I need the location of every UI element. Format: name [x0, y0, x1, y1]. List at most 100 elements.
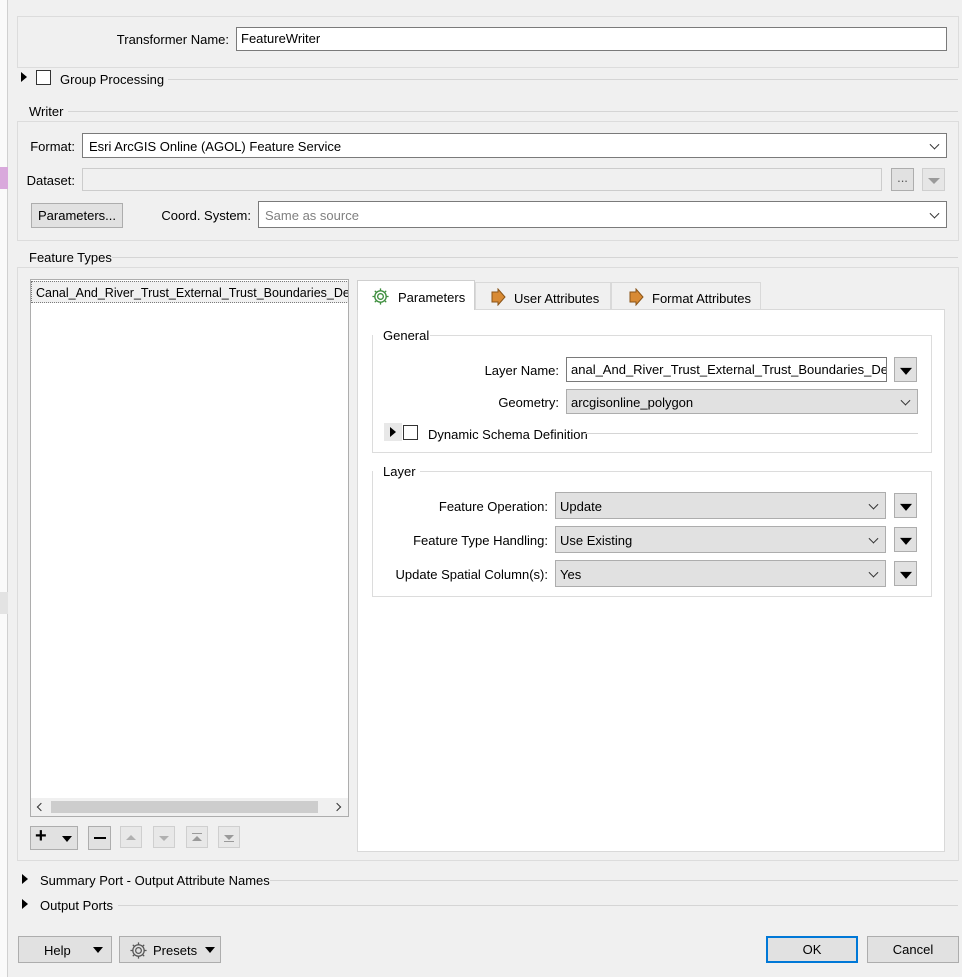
feature-operation-label: Feature Operation:	[438, 499, 548, 514]
geometry-label: Geometry:	[498, 395, 559, 410]
geometry-select[interactable]: arcgisonline_polygon	[566, 389, 918, 414]
move-top-arrow	[192, 836, 202, 841]
dataset-input[interactable]	[82, 168, 882, 191]
dropdown-triangle-icon	[62, 836, 72, 842]
parameters-button-label: Parameters...	[37, 208, 117, 223]
dynamic-schema-expand[interactable]	[384, 423, 402, 441]
menu-triangle-icon	[899, 503, 912, 511]
ok-button[interactable]: OK	[766, 936, 858, 963]
format-value: Esri ArcGIS Online (AGOL) Feature Servic…	[89, 139, 342, 154]
move-bottom-arrow	[224, 835, 234, 840]
layer-name-label: Layer Name:	[484, 363, 559, 378]
remove-feature-type-button[interactable]	[88, 826, 111, 850]
format-label: Format:	[30, 139, 75, 154]
tab-format-attributes-label: Format Attributes	[652, 291, 751, 306]
plus-icon: +	[35, 825, 47, 847]
group-processing-divider	[168, 79, 958, 80]
output-ports-divider	[118, 905, 958, 906]
cancel-button[interactable]: Cancel	[867, 936, 959, 963]
tab-user-attributes[interactable]: User Attributes	[475, 282, 611, 310]
dynamic-schema-expand-icon	[390, 427, 396, 437]
update-spatial-menu-button[interactable]	[894, 561, 917, 586]
parameters-tab-pane: General Layer Name: anal_And_River_Trust…	[357, 309, 945, 852]
dynamic-schema-label: Dynamic Schema Definition	[428, 427, 588, 442]
dialog: Transformer Name: FeatureWriter Group Pr…	[8, 4, 962, 977]
summary-port-divider	[270, 880, 958, 881]
output-ports-label: Output Ports	[40, 898, 113, 913]
arrow-right-icon	[629, 288, 644, 306]
feature-operation-select[interactable]: Update	[555, 492, 886, 519]
background-window-scrollbar	[0, 592, 8, 614]
tab-parameters[interactable]: Parameters	[357, 280, 475, 310]
feature-type-handling-select[interactable]: Use Existing	[555, 526, 886, 553]
help-button[interactable]: Help	[18, 936, 112, 963]
transformer-name-label: Transformer Name:	[116, 32, 229, 47]
dataset-menu-button[interactable]	[922, 168, 945, 191]
move-bottom-icon	[224, 841, 234, 842]
browse-label: ...	[897, 170, 908, 185]
move-top-icon	[192, 833, 202, 834]
update-spatial-value: Yes	[560, 567, 582, 582]
arrow-right-icon	[491, 288, 506, 306]
chevron-down-icon	[868, 567, 879, 578]
group-processing-label: Group Processing	[60, 72, 165, 87]
coord-system-label: Coord. System:	[161, 208, 251, 223]
transformer-name-input[interactable]: FeatureWriter	[236, 27, 947, 51]
group-processing-expand-icon[interactable]	[21, 72, 27, 82]
move-top-button[interactable]	[186, 826, 208, 848]
geometry-value: arcgisonline_polygon	[571, 395, 694, 410]
feature-operation-menu-button[interactable]	[894, 493, 917, 518]
list-hscrollbar[interactable]	[31, 798, 348, 816]
general-divider	[430, 335, 932, 336]
dynamic-schema-divider	[583, 433, 918, 434]
chevron-down-icon	[868, 499, 879, 510]
chevron-down-icon	[900, 395, 911, 406]
tab-user-attributes-label: User Attributes	[514, 291, 600, 306]
summary-port-expand-icon[interactable]	[22, 874, 28, 884]
group-processing-checkbox[interactable]	[36, 70, 51, 85]
coord-system-select[interactable]: Same as source	[258, 201, 947, 228]
layer-divider	[420, 471, 932, 472]
dataset-label: Dataset:	[26, 173, 75, 188]
tab-format-attributes[interactable]: Format Attributes	[611, 282, 761, 310]
move-bottom-button[interactable]	[218, 826, 240, 848]
list-item-label: Canal_And_River_Trust_External_Trust_Bou…	[36, 286, 349, 300]
feature-types-divider	[112, 257, 958, 258]
scroll-right-icon[interactable]	[332, 802, 342, 812]
parameters-button[interactable]: Parameters...	[31, 203, 123, 228]
ok-button-label: OK	[802, 942, 822, 957]
output-ports-expand-icon[interactable]	[22, 899, 28, 909]
presets-button-label: Presets	[153, 943, 198, 958]
background-window-edge	[0, 0, 8, 977]
feature-types-title: Feature Types	[29, 250, 112, 265]
scroll-left-icon[interactable]	[36, 802, 46, 812]
tab-parameters-label: Parameters	[398, 290, 466, 305]
presets-button[interactable]: Presets	[119, 936, 221, 963]
dropdown-triangle-icon	[93, 947, 103, 953]
format-select[interactable]: Esri ArcGIS Online (AGOL) Feature Servic…	[82, 133, 947, 158]
update-spatial-label: Update Spatial Column(s):	[395, 567, 548, 582]
chevron-down-icon	[868, 533, 879, 544]
move-up-icon	[126, 835, 136, 840]
feature-type-handling-menu-button[interactable]	[894, 527, 917, 552]
add-feature-type-button[interactable]: +	[30, 825, 78, 850]
layer-name-input[interactable]: anal_And_River_Trust_External_Trust_Boun…	[566, 357, 887, 382]
summary-port-label: Summary Port - Output Attribute Names	[40, 873, 270, 888]
scroll-thumb[interactable]	[51, 801, 318, 813]
update-spatial-select[interactable]: Yes	[555, 560, 886, 587]
dynamic-schema-checkbox[interactable]	[403, 425, 418, 440]
menu-triangle-icon	[899, 537, 912, 545]
background-window-accent	[0, 167, 8, 189]
move-up-button[interactable]	[120, 826, 142, 848]
move-down-button[interactable]	[153, 826, 175, 848]
menu-triangle-icon	[899, 367, 912, 375]
list-item-selected[interactable]: Canal_And_River_Trust_External_Trust_Bou…	[31, 281, 349, 303]
writer-divider	[68, 111, 958, 112]
minus-icon	[94, 837, 106, 839]
layer-name-menu-button[interactable]	[894, 357, 917, 382]
feature-operation-value: Update	[560, 499, 602, 514]
writer-section-title: Writer	[29, 104, 64, 119]
feature-type-list[interactable]: Canal_And_River_Trust_External_Trust_Bou…	[30, 279, 349, 817]
dataset-browse-button[interactable]: ...	[891, 168, 914, 191]
feature-type-handling-value: Use Existing	[560, 533, 633, 548]
